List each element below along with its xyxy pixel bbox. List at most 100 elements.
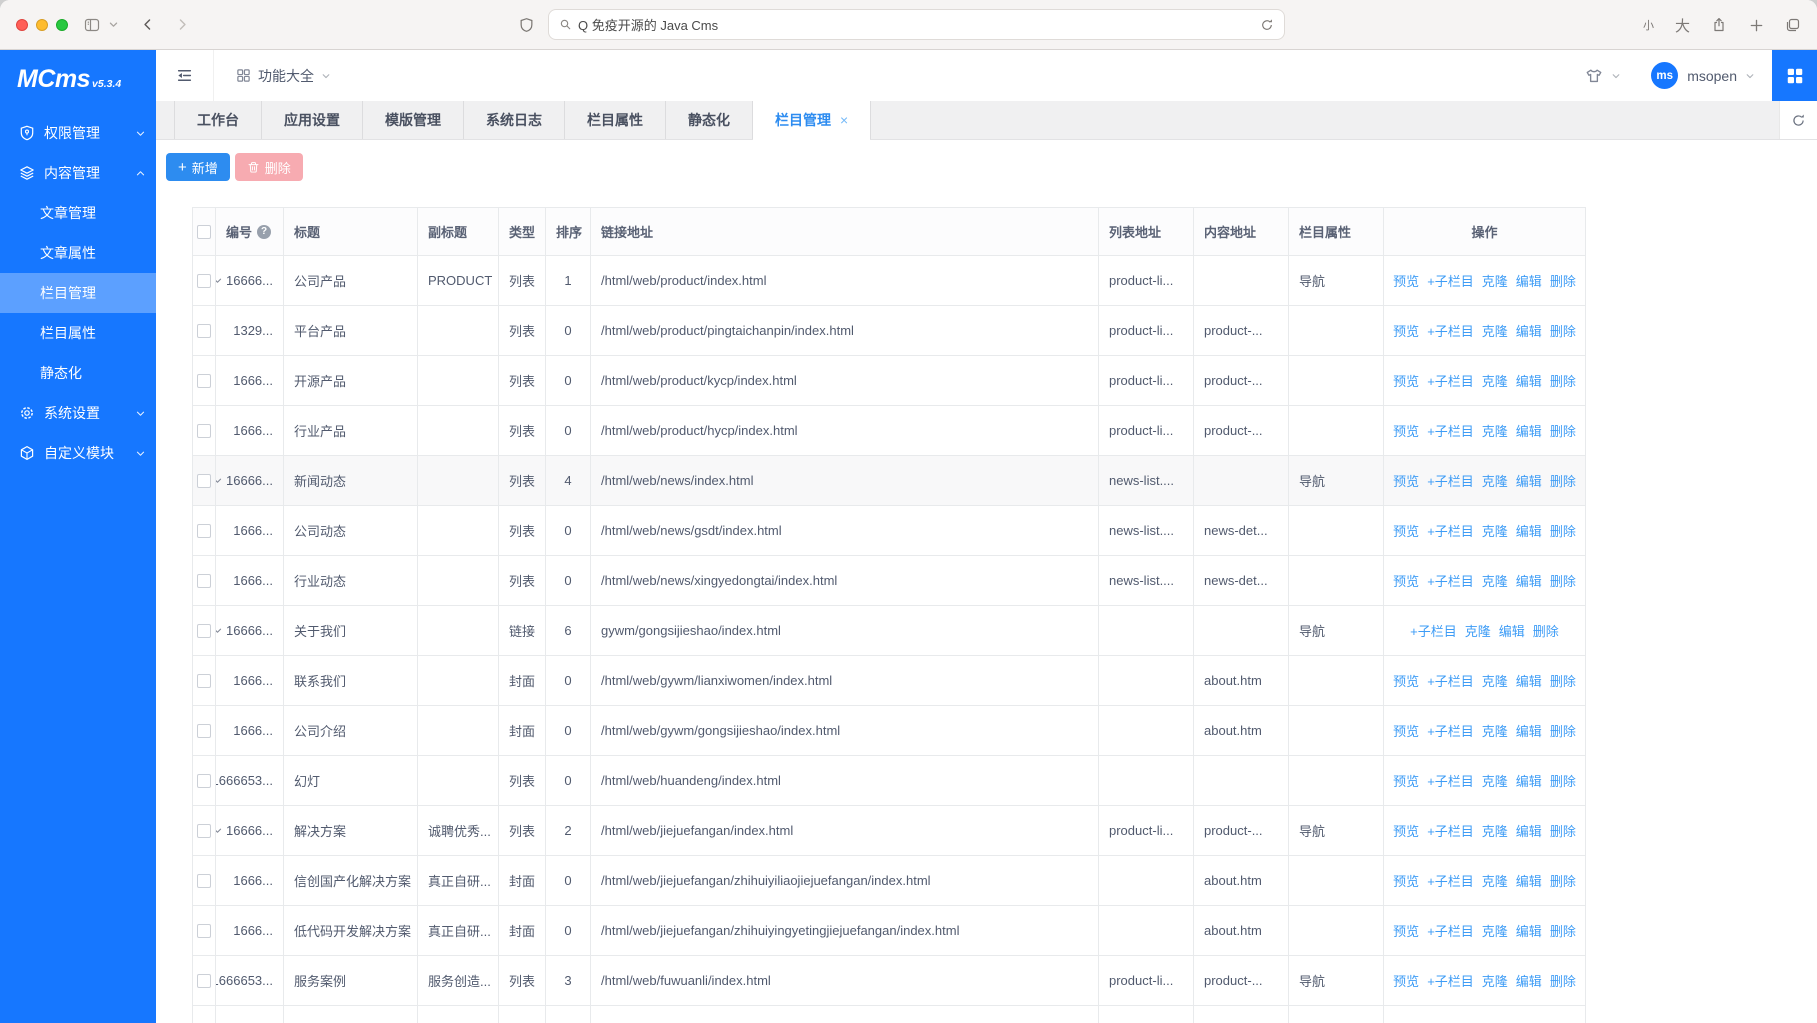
privacy-shield-icon[interactable]	[519, 16, 534, 34]
row-action-delete[interactable]: 删除	[1550, 474, 1576, 489]
app-grid-button[interactable]	[1772, 50, 1817, 101]
tab-1[interactable]: 应用设置	[262, 101, 363, 139]
add-button[interactable]: + 新增	[166, 153, 230, 181]
close-window-button[interactable]	[16, 19, 28, 31]
row-action-clone[interactable]: 克隆	[1482, 374, 1508, 389]
close-tab-icon[interactable]: ×	[840, 112, 848, 128]
row-action-edit[interactable]: 编辑	[1516, 724, 1542, 739]
row-action-add_child[interactable]: +子栏目	[1427, 924, 1474, 939]
row-action-clone[interactable]: 克隆	[1482, 524, 1508, 539]
row-action-clone[interactable]: 克隆	[1482, 724, 1508, 739]
sidebar-item-2[interactable]: 系统设置	[0, 393, 156, 433]
row-action-clone[interactable]: 克隆	[1482, 274, 1508, 289]
reload-icon[interactable]	[1260, 18, 1274, 32]
sidebar-item-0[interactable]: 权限管理	[0, 113, 156, 153]
back-icon[interactable]	[141, 17, 154, 32]
row-action-edit[interactable]: 编辑	[1516, 474, 1542, 489]
row-action-preview[interactable]: 预览	[1393, 724, 1419, 739]
fullscreen-window-button[interactable]	[56, 19, 68, 31]
row-action-delete[interactable]: 删除	[1550, 924, 1576, 939]
row-action-delete[interactable]: 删除	[1550, 574, 1576, 589]
row-action-clone[interactable]: 克隆	[1482, 424, 1508, 439]
row-action-clone[interactable]: 克隆	[1465, 624, 1491, 639]
row-checkbox[interactable]	[197, 824, 211, 838]
minimize-window-button[interactable]	[36, 19, 48, 31]
tab-overview-icon[interactable]	[1785, 17, 1801, 33]
row-action-edit[interactable]: 编辑	[1516, 324, 1542, 339]
row-checkbox[interactable]	[197, 474, 211, 488]
row-action-preview[interactable]: 预览	[1393, 774, 1419, 789]
row-checkbox[interactable]	[197, 374, 211, 388]
sidebar-item-1[interactable]: 内容管理	[0, 153, 156, 193]
row-action-delete[interactable]: 删除	[1550, 774, 1576, 789]
chevron-down-icon[interactable]	[1611, 71, 1621, 81]
row-action-add_child[interactable]: +子栏目	[1427, 974, 1474, 989]
row-action-edit[interactable]: 编辑	[1516, 824, 1542, 839]
sidebar-toggle-icon[interactable]	[82, 17, 102, 33]
row-action-delete[interactable]: 删除	[1550, 324, 1576, 339]
row-action-delete[interactable]: 删除	[1550, 424, 1576, 439]
row-action-clone[interactable]: 克隆	[1482, 324, 1508, 339]
share-icon[interactable]	[1711, 17, 1727, 33]
row-action-clone[interactable]: 克隆	[1482, 924, 1508, 939]
expand-chevron-icon[interactable]	[216, 825, 224, 836]
row-action-clone[interactable]: 克隆	[1482, 874, 1508, 889]
row-action-preview[interactable]: 预览	[1393, 674, 1419, 689]
tab-3[interactable]: 系统日志	[464, 101, 565, 139]
row-action-edit[interactable]: 编辑	[1516, 274, 1542, 289]
address-bar[interactable]: Q 免疫开源的 Java Cms	[548, 9, 1285, 40]
row-action-clone[interactable]: 克隆	[1482, 674, 1508, 689]
row-checkbox[interactable]	[197, 724, 211, 738]
row-action-edit[interactable]: 编辑	[1516, 974, 1542, 989]
row-action-edit[interactable]: 编辑	[1516, 674, 1542, 689]
row-action-edit[interactable]: 编辑	[1516, 774, 1542, 789]
row-action-clone[interactable]: 克隆	[1482, 474, 1508, 489]
row-action-add_child[interactable]: +子栏目	[1427, 274, 1474, 289]
row-checkbox[interactable]	[197, 624, 211, 638]
sidebar-item-3[interactable]: 自定义模块	[0, 433, 156, 473]
row-action-edit[interactable]: 编辑	[1499, 624, 1525, 639]
row-action-clone[interactable]: 克隆	[1482, 824, 1508, 839]
expand-chevron-icon[interactable]	[216, 625, 224, 636]
row-action-delete[interactable]: 删除	[1550, 824, 1576, 839]
row-checkbox[interactable]	[197, 974, 211, 988]
tab-5[interactable]: 静态化	[666, 101, 753, 139]
text-larger-button[interactable]: 大	[1675, 15, 1690, 36]
row-action-edit[interactable]: 编辑	[1516, 924, 1542, 939]
forward-icon[interactable]	[176, 17, 189, 32]
sidebar-subitem-1-3[interactable]: 栏目属性	[0, 313, 156, 353]
row-checkbox[interactable]	[197, 874, 211, 888]
row-action-edit[interactable]: 编辑	[1516, 574, 1542, 589]
sidebar-subitem-1-0[interactable]: 文章管理	[0, 193, 156, 233]
row-checkbox[interactable]	[197, 674, 211, 688]
tab-4[interactable]: 栏目属性	[565, 101, 666, 139]
row-checkbox[interactable]	[197, 324, 211, 338]
row-action-clone[interactable]: 克隆	[1482, 774, 1508, 789]
row-action-preview[interactable]: 预览	[1393, 974, 1419, 989]
row-action-add_child[interactable]: +子栏目	[1427, 824, 1474, 839]
row-action-add_child[interactable]: +子栏目	[1427, 374, 1474, 389]
row-action-preview[interactable]: 预览	[1393, 274, 1419, 289]
tab-2[interactable]: 模版管理	[363, 101, 464, 139]
row-action-preview[interactable]: 预览	[1393, 824, 1419, 839]
chevron-down-icon[interactable]	[108, 19, 119, 30]
row-action-delete[interactable]: 删除	[1550, 274, 1576, 289]
avatar[interactable]: ms	[1651, 62, 1678, 89]
delete-button[interactable]: 删除	[235, 153, 303, 181]
row-action-preview[interactable]: 预览	[1393, 474, 1419, 489]
row-action-preview[interactable]: 预览	[1393, 524, 1419, 539]
row-action-add_child[interactable]: +子栏目	[1427, 424, 1474, 439]
new-tab-icon[interactable]	[1748, 18, 1764, 33]
row-action-preview[interactable]: 预览	[1393, 924, 1419, 939]
row-action-edit[interactable]: 编辑	[1516, 524, 1542, 539]
sidebar-subitem-1-1[interactable]: 文章属性	[0, 233, 156, 273]
row-action-edit[interactable]: 编辑	[1516, 424, 1542, 439]
row-action-delete[interactable]: 删除	[1550, 674, 1576, 689]
refresh-tab-button[interactable]	[1779, 101, 1817, 139]
row-checkbox[interactable]	[197, 524, 211, 538]
row-action-add_child[interactable]: +子栏目	[1427, 724, 1474, 739]
row-action-add_child[interactable]: +子栏目	[1427, 874, 1474, 889]
row-action-preview[interactable]: 预览	[1393, 574, 1419, 589]
chevron-down-icon[interactable]	[1745, 71, 1755, 81]
row-action-delete[interactable]: 删除	[1550, 724, 1576, 739]
